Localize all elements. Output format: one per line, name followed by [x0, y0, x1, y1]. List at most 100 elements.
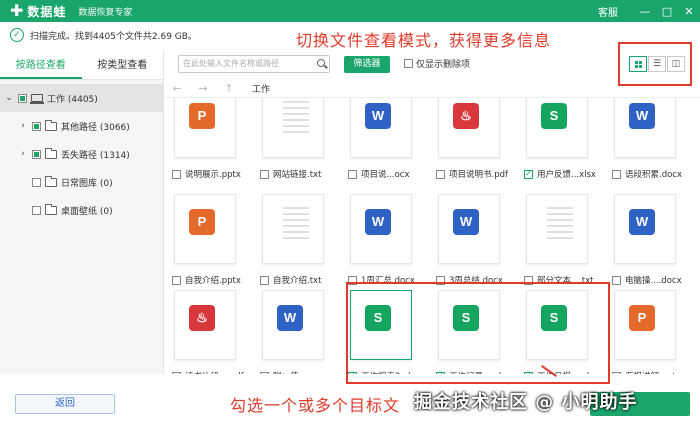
file-checkbox[interactable]	[348, 169, 357, 179]
app-name: 数据蛙	[27, 4, 67, 19]
file-thumbnail[interactable]: W	[614, 194, 676, 264]
pdf-icon: ♨	[453, 103, 479, 129]
only-deleted-checkbox[interactable]	[404, 59, 413, 68]
folder-icon	[45, 203, 57, 215]
file-thumbnail[interactable]	[262, 194, 324, 264]
detail-icon: ◫	[671, 59, 681, 69]
file-thumbnail[interactable]: P	[174, 194, 236, 264]
tree-checkbox[interactable]	[32, 205, 41, 215]
only-deleted-label: 仅显示删除项	[416, 60, 471, 70]
annotation-selection-box	[346, 282, 610, 384]
file-checkbox[interactable]	[172, 169, 181, 179]
tree-node-lost-path[interactable]: › 丢失路径 (1314)	[0, 140, 163, 168]
current-path: 工作	[252, 85, 271, 95]
text-file-icon	[283, 101, 309, 137]
tree-node-daily-gallery[interactable]: 日常图库 (0)	[0, 168, 163, 196]
tree-node-label: 日常图库 (0)	[61, 178, 113, 189]
tab-by-path[interactable]: 按路径查看	[0, 52, 82, 79]
file-thumbnail[interactable]: W	[438, 194, 500, 264]
file-item[interactable]: 自我介绍.txt	[252, 194, 332, 286]
file-thumbnail[interactable]: S	[526, 98, 588, 158]
tree-checkbox[interactable]	[18, 93, 27, 103]
file-thumbnail[interactable]: P	[614, 290, 676, 360]
file-thumbnail[interactable]: P	[174, 98, 236, 158]
file-item[interactable]: W 电脑操....docx	[604, 194, 684, 286]
file-checkbox[interactable]	[260, 275, 269, 285]
tree-node-work[interactable]: ⌄ 工作 (4405)	[0, 84, 163, 112]
file-thumbnail[interactable]: W	[614, 98, 676, 158]
file-name: 自我介绍.txt	[273, 276, 322, 286]
close-icon[interactable]: ✕	[678, 5, 700, 18]
chevron-right-icon[interactable]: ›	[18, 149, 28, 159]
file-item[interactable]: W 1周汇总.docx	[340, 194, 420, 286]
file-checkbox[interactable]	[612, 371, 621, 374]
search-icon[interactable]	[317, 59, 325, 67]
detail-view-button[interactable]: ◫	[667, 56, 685, 72]
word-icon: W	[629, 209, 655, 235]
file-item[interactable]: P 汇报讲解.pptx	[604, 290, 684, 374]
folder-tree: ⌄ 工作 (4405) › 其他路径 (3066) › 丢失路径 (1314) …	[0, 80, 163, 224]
tree-checkbox[interactable]	[32, 121, 41, 131]
forward-arrow-icon[interactable]: →	[190, 82, 216, 95]
file-name: 用户反馈...xlsx	[537, 170, 596, 180]
search-input[interactable]: 在此处输入文件名称或路径	[178, 55, 330, 73]
list-icon: ☰	[652, 59, 662, 69]
chevron-down-icon[interactable]: ⌄	[4, 93, 14, 103]
file-item[interactable]: ♨ 读书片段....pdf	[164, 290, 244, 374]
scan-status-text: 扫描完成。找到4405个文件共2.69 GB。	[30, 31, 197, 42]
list-view-button[interactable]: ☰	[648, 56, 666, 72]
file-checkbox[interactable]	[612, 169, 621, 179]
file-item[interactable]: W 3周总结.docx	[428, 194, 508, 286]
folder-icon	[45, 119, 57, 131]
file-item[interactable]: 部分文本....txt	[516, 194, 596, 286]
file-thumbnail[interactable]: ♨	[438, 98, 500, 158]
file-thumbnail[interactable]: ♨	[174, 290, 236, 360]
file-checkbox[interactable]	[524, 169, 533, 179]
file-name: 自我介绍.pptx	[185, 276, 241, 286]
back-arrow-icon[interactable]: ←	[164, 82, 190, 95]
tree-node-other-path[interactable]: › 其他路径 (3066)	[0, 112, 163, 140]
file-item[interactable]: S 用户反馈...xlsx	[516, 98, 596, 180]
file-item[interactable]: ♨ 项目说明书.pdf	[428, 98, 508, 180]
sidebar: 按路径查看 按类型查看 ⌄ 工作 (4405) › 其他路径 (3066) › …	[0, 52, 164, 374]
customer-service-link[interactable]: 客服	[598, 4, 618, 19]
file-checkbox[interactable]	[436, 169, 445, 179]
file-item[interactable]: 网站链接.txt	[252, 98, 332, 180]
powerpoint-icon: P	[629, 305, 655, 331]
up-arrow-icon[interactable]: ↑	[216, 82, 242, 95]
file-item[interactable]: P 自我介绍.pptx	[164, 194, 244, 286]
view-mode-switcher: ☰ ◫	[628, 56, 685, 72]
file-item[interactable]: W 附：使....ocx	[252, 290, 332, 374]
tree-node-wallpaper[interactable]: 桌面壁纸 (0)	[0, 196, 163, 224]
only-deleted-toggle[interactable]: 仅显示删除项	[404, 57, 470, 70]
file-item[interactable]: P 说明展示.pptx	[164, 98, 244, 180]
check-circle-icon: ✓	[10, 28, 24, 42]
back-button[interactable]: 返回	[15, 394, 115, 414]
excel-icon: S	[541, 103, 567, 129]
file-checkbox[interactable]	[172, 275, 181, 285]
chevron-right-icon[interactable]: ›	[18, 121, 28, 131]
filter-button[interactable]: 筛选器	[344, 56, 390, 73]
file-thumbnail[interactable]	[262, 98, 324, 158]
file-checkbox[interactable]	[260, 169, 269, 179]
drive-icon	[30, 94, 44, 104]
tab-by-type[interactable]: 按类型查看	[82, 52, 164, 79]
file-item[interactable]: W 项目说...ocx	[340, 98, 420, 180]
minimize-icon[interactable]: —	[634, 5, 656, 18]
file-thumbnail[interactable]: W	[262, 290, 324, 360]
file-thumbnail[interactable]: W	[350, 194, 412, 264]
tree-checkbox[interactable]	[32, 177, 41, 187]
pdf-icon: ♨	[189, 305, 215, 331]
tree-checkbox[interactable]	[32, 149, 41, 159]
file-thumbnail[interactable]: W	[350, 98, 412, 158]
file-name: 项目说明书.pdf	[449, 170, 508, 180]
maximize-icon[interactable]: □	[656, 5, 678, 18]
file-checkbox[interactable]	[612, 275, 621, 285]
thumbnail-view-button[interactable]	[629, 56, 647, 72]
file-checkbox[interactable]	[260, 371, 269, 374]
word-icon: W	[453, 209, 479, 235]
file-item[interactable]: W 语段积累.docx	[604, 98, 684, 180]
file-label: 说明展示.pptx	[172, 168, 241, 180]
file-thumbnail[interactable]	[526, 194, 588, 264]
file-checkbox[interactable]	[172, 371, 181, 374]
